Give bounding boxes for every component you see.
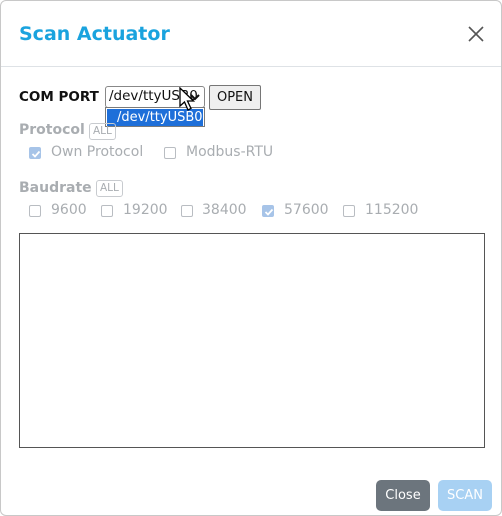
baud-115200-label: 115200 [365, 202, 419, 218]
open-port-button[interactable]: OPEN [209, 85, 261, 110]
baud-9600-label: 9600 [51, 202, 87, 218]
baud-57600-label: 57600 [284, 202, 329, 218]
baudrate-all-button[interactable]: ALL [96, 180, 123, 197]
dialog-header: Scan Actuator [1, 1, 501, 67]
dialog-title: Scan Actuator [19, 23, 170, 45]
baud-57600-checkbox[interactable] [262, 205, 274, 217]
baud-19200-checkbox[interactable] [101, 205, 113, 217]
comport-option[interactable]: /dev/ttyUSB0 [107, 109, 203, 126]
mouse-pointer-icon [179, 87, 195, 111]
baud-38400-checkbox[interactable] [181, 205, 193, 217]
comport-label: COM PORT [19, 89, 99, 105]
baud-9600-checkbox[interactable] [29, 205, 41, 217]
close-icon[interactable] [467, 25, 485, 43]
modbus-rtu-label: Modbus-RTU [186, 144, 274, 160]
baudrate-label: Baudrate [19, 180, 92, 196]
close-button[interactable]: Close [376, 480, 430, 511]
scan-actuator-dialog: Scan Actuator COM PORT /dev/ttyUSB0 OPEN… [0, 0, 502, 516]
scan-button[interactable]: SCAN [438, 480, 492, 511]
baud-19200-label: 19200 [123, 202, 168, 218]
own-protocol-label: Own Protocol [51, 144, 144, 160]
modbus-rtu-checkbox[interactable] [164, 147, 176, 159]
baud-38400-label: 38400 [202, 202, 247, 218]
scan-log-textarea[interactable] [19, 233, 485, 448]
own-protocol-checkbox[interactable] [29, 147, 41, 159]
protocol-all-button[interactable]: ALL [89, 123, 116, 140]
baud-115200-checkbox[interactable] [343, 205, 355, 217]
protocol-label: Protocol [19, 122, 85, 138]
